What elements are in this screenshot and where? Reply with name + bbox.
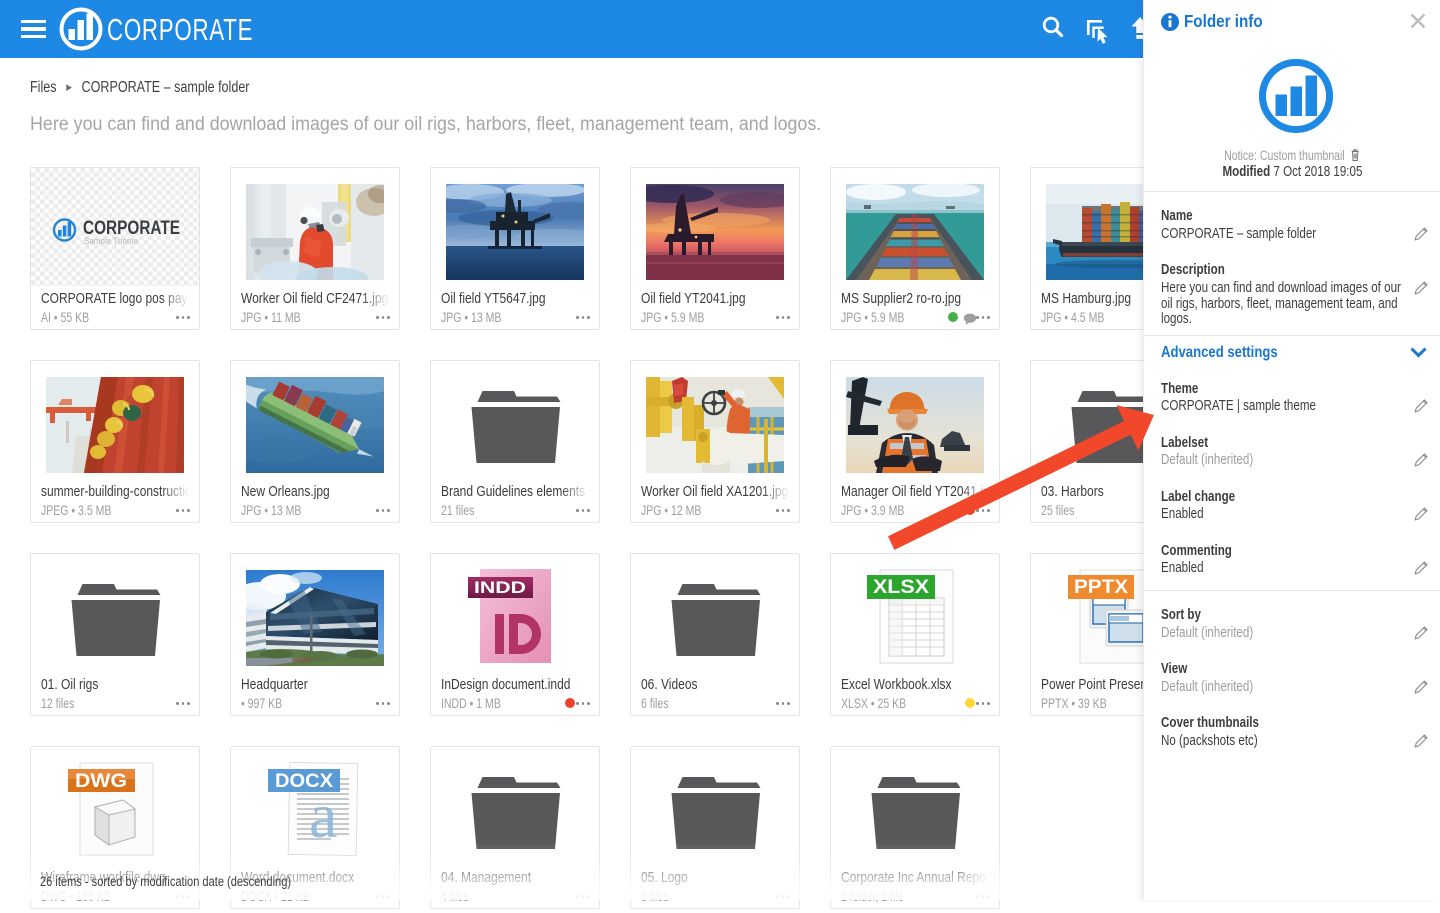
svg-text:Sample Theme: Sample Theme [84,236,138,247]
svg-text:INDD: INDD [474,578,526,597]
svg-text:PPTX: PPTX [1074,577,1128,598]
svg-text:XLSX: XLSX [873,577,929,598]
svg-text:DWG: DWG [75,771,127,792]
svg-text:DOCX: DOCX [275,771,333,792]
